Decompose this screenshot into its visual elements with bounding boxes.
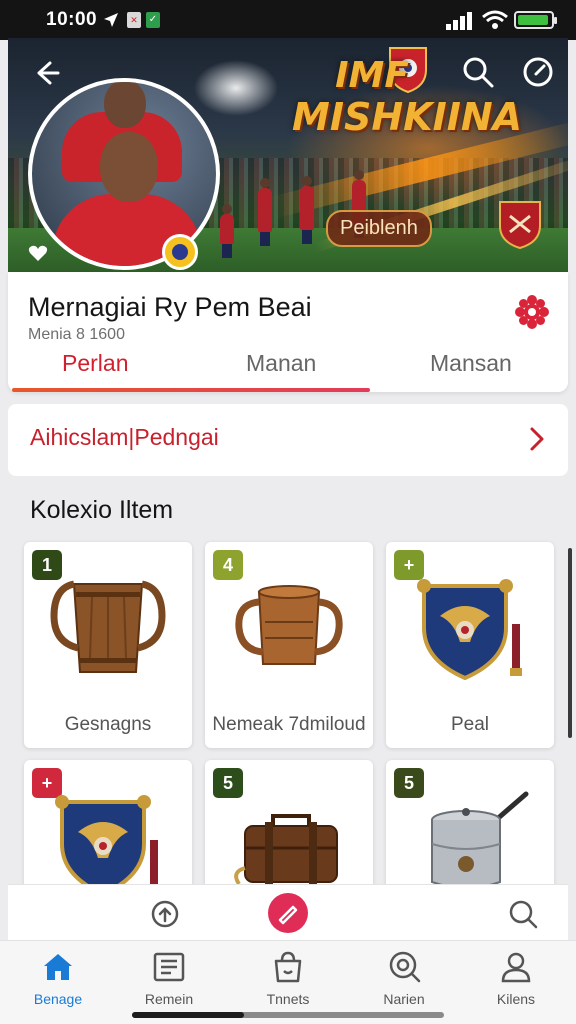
item-label: Peal — [450, 714, 490, 735]
avatar-player-head — [104, 82, 146, 128]
refresh-icon[interactable] — [148, 897, 182, 931]
nav-item-explore[interactable]: Narien — [354, 949, 454, 1009]
search-icon[interactable] — [506, 897, 540, 931]
hero-title: IMF MISHKIINA — [292, 56, 523, 139]
nav-item-list[interactable]: Remein — [119, 949, 219, 1009]
home-icon — [44, 954, 72, 980]
back-arrow-icon[interactable] — [30, 56, 64, 90]
signal-icon — [446, 12, 472, 30]
player-figure — [258, 178, 272, 246]
item-badge: 5 — [213, 768, 243, 798]
club-emblem-icon — [499, 201, 541, 250]
nav-item-bag[interactable]: Tnnets — [238, 949, 338, 1009]
edit-icon — [278, 905, 298, 925]
battery-charging-icon — [514, 11, 557, 29]
collection-item[interactable]: 4 Nemeak 7dmiloud — [205, 542, 373, 748]
list-icon — [153, 952, 185, 982]
club-shield-icon — [55, 795, 158, 897]
link-row[interactable]: Aihicslam|Pedngai — [8, 404, 568, 476]
nav-label: Kilens — [496, 991, 536, 1007]
nav-item-home[interactable]: Benage — [8, 949, 108, 1009]
wifi-icon — [482, 10, 508, 29]
nav-label: Benage — [33, 991, 83, 1007]
copper-mug-icon — [235, 585, 343, 665]
club-shield-icon — [417, 579, 522, 681]
nav-label: Remein — [144, 991, 194, 1007]
bag-icon — [274, 951, 302, 983]
location-arrow-icon — [104, 13, 118, 27]
floating-toolbar — [8, 884, 568, 942]
app-notification-icon: ✓ — [146, 12, 160, 28]
hero-title-line: MISHKIINA — [292, 95, 523, 139]
tab-perlan[interactable]: Perlan — [62, 350, 128, 377]
profile-card: Mernagiai Ry Pem Beai Menia 8 1600 Perla… — [8, 272, 568, 392]
link-row-label: Aihicslam|Pedngai — [30, 424, 219, 450]
tab-mansan[interactable]: Mansan — [430, 350, 512, 377]
wooden-mug-icon — [50, 580, 166, 673]
cooking-pot-icon — [431, 791, 529, 889]
explore-icon — [389, 951, 421, 983]
profile-name: Mernagiai Ry Pem Beai — [28, 292, 312, 322]
hero-title-line: IMF — [335, 55, 409, 96]
heart-icon[interactable] — [28, 244, 48, 262]
gear-icon[interactable] — [514, 294, 550, 330]
collection-item[interactable]: 1 Gesnagns — [24, 542, 192, 748]
status-time: 10:00 — [46, 9, 98, 30]
tab-underline — [12, 388, 370, 392]
player-figure — [220, 204, 234, 258]
player-figure — [300, 176, 314, 244]
compass-icon[interactable] — [520, 54, 556, 90]
item-label: Gesnagns — [64, 714, 152, 735]
item-label: Nemeak 7dmiloud — [212, 714, 366, 735]
hero-banner: IMF MISHKIINA Peiblenh — [8, 38, 568, 272]
avatar-player-head — [100, 132, 158, 202]
scrollbar[interactable] — [568, 548, 572, 738]
profile-subtitle: Menia 8 1600 — [28, 326, 125, 343]
nav-label: Narien — [383, 991, 425, 1007]
status-bar: 10:00 ✕ ✓ — [0, 0, 576, 40]
hero-badge[interactable]: Peiblenh — [326, 210, 432, 247]
nav-label: Tnnets — [266, 991, 310, 1007]
chevron-right-icon — [530, 427, 544, 451]
home-indicator — [132, 1012, 444, 1018]
app-notification-icon: ✕ — [127, 12, 141, 28]
section-title: Kolexio Iltem — [30, 496, 174, 524]
nav-item-profile[interactable]: Kilens — [466, 949, 566, 1009]
profile-icon — [501, 952, 531, 983]
collection-item[interactable]: + Peal — [386, 542, 554, 748]
tab-manan[interactable]: Manan — [246, 350, 316, 377]
edit-button[interactable] — [268, 893, 308, 933]
club-badge-icon — [162, 234, 198, 270]
